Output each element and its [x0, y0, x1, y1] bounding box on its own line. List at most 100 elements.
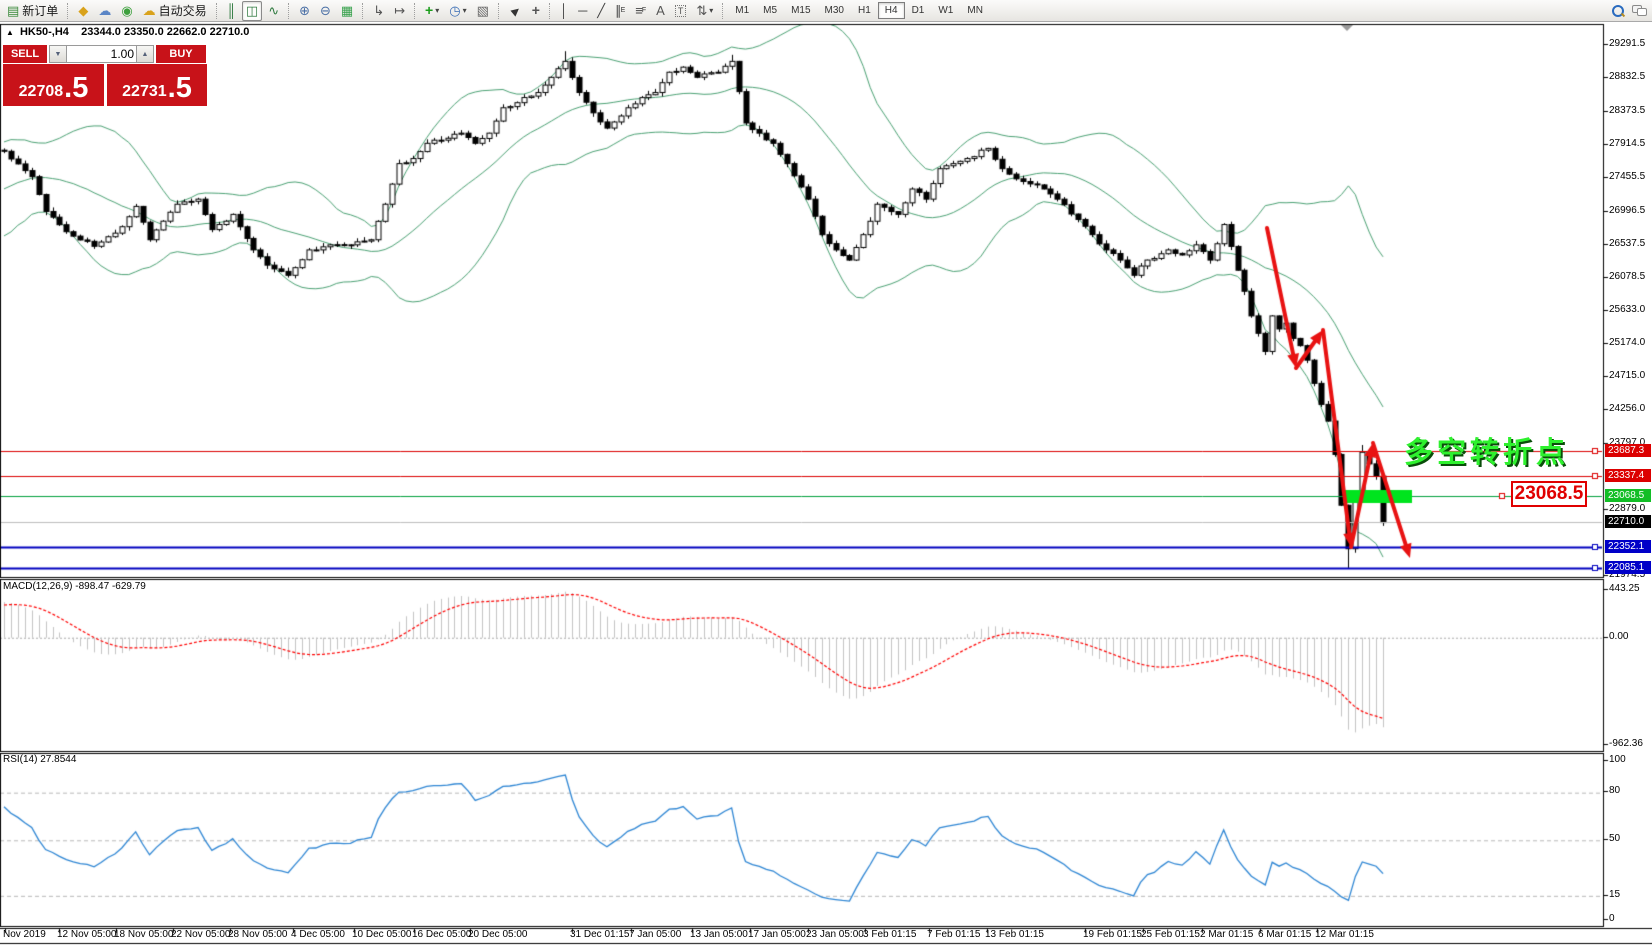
time-axis-label: 16 Dec 05:00 [412, 929, 472, 940]
chat-icon[interactable] [1632, 5, 1646, 16]
ind-plus-icon: + [425, 4, 433, 17]
timeframe-m5-button[interactable]: M5 [756, 2, 784, 19]
sell-button[interactable]: SELL [3, 45, 47, 63]
collapse-trade-panel-icon[interactable]: ▲ [6, 28, 14, 37]
crosshair-icon: + [532, 4, 540, 17]
symbol-header: ▲ HK50-,H4 23344.0 23350.0 22662.0 22710… [6, 26, 249, 38]
time-axis-label: 2 Mar 01:15 [1200, 929, 1253, 940]
vertical-line-icon[interactable]: │ [556, 1, 572, 21]
autotrade-button-label: 自动交易 [159, 2, 207, 19]
bars-icon: ║ [227, 4, 236, 17]
price-axis-label: 27455.5 [1609, 171, 1645, 182]
new-order-icon: ▤ [7, 4, 19, 17]
buy-price-main: 22731 [122, 81, 167, 103]
buy-price[interactable]: 22731 .5 [107, 64, 207, 106]
periods-button[interactable]: ◷▾ [445, 1, 470, 21]
label-icon[interactable]: T [671, 1, 691, 21]
time-axis-label: 13 Feb 01:15 [985, 929, 1044, 940]
autotrade-icon: ☁ [143, 4, 156, 17]
zoom-in-icon[interactable]: ⊕ [295, 1, 314, 21]
toolbar-separator [498, 3, 500, 19]
volume-increase-button[interactable]: ▲ [136, 45, 154, 63]
timeframe-m1-button[interactable]: M1 [728, 2, 756, 19]
indicators-button[interactable]: +▾ [421, 1, 443, 21]
autotrade-button[interactable]: ☁自动交易 [139, 1, 211, 21]
price-level-badge: 23337.4 [1605, 469, 1651, 482]
tiles-icon: ▦ [341, 4, 353, 17]
chevron-down-icon: ▾ [463, 6, 467, 15]
auto-scroll-icon[interactable]: ↳ [369, 1, 388, 21]
time-axis-label: 10 Dec 05:00 [352, 929, 412, 940]
symbol-name: HK50-,H4 [20, 26, 69, 38]
chart-shift-icon[interactable]: ↦ [390, 1, 409, 21]
time-axis-label: 25 Feb 01:15 [1141, 929, 1200, 940]
volume-input[interactable] [66, 45, 138, 63]
shapes-icon[interactable]: ⇅▾ [692, 1, 717, 21]
signal-icon[interactable]: ◉ [117, 1, 136, 21]
price-axis-label: 80 [1609, 785, 1620, 796]
toolbar-separator [414, 3, 416, 19]
text-icon[interactable]: A [652, 1, 669, 21]
template-icon: ▧ [477, 4, 489, 17]
time-axis-label: 28 Nov 05:00 [228, 929, 288, 940]
new-order-button[interactable]: ▤新订单 [3, 1, 62, 21]
line-icon: ∿ [268, 4, 279, 17]
price-axis-label: 24715.0 [1609, 370, 1645, 381]
horizontal-line-icon[interactable]: ─ [574, 1, 591, 21]
time-axis-label: 3 Feb 01:15 [863, 929, 916, 940]
line-chart-icon[interactable]: ∿ [264, 1, 283, 21]
chevron-down-icon: ▾ [435, 6, 439, 15]
templates-icon[interactable]: ▧ [473, 1, 493, 21]
fibonacci-icon[interactable]: ≡F [631, 1, 650, 21]
tile-windows-icon[interactable]: ▦ [337, 1, 357, 21]
timeframe-h1-button[interactable]: H1 [851, 2, 878, 19]
chevron-down-icon: ▾ [709, 6, 713, 15]
label-icon: T [675, 5, 687, 17]
price-axis-label: 26537.5 [1609, 238, 1645, 249]
price-level-badge: 23687.3 [1605, 444, 1651, 457]
time-axis-label: 20 Dec 05:00 [468, 929, 528, 940]
price-axis-label: 0 [1609, 913, 1615, 924]
sell-price-fraction: .5 [64, 74, 88, 103]
time-axis-label: 12 Nov 05:00 [57, 929, 117, 940]
market-watch-icon[interactable]: ☁ [94, 1, 115, 21]
candlestick-icon[interactable]: ◫ [242, 1, 262, 21]
time-axis-label: 23 Jan 05:00 [806, 929, 864, 940]
crosshair-icon[interactable]: + [528, 1, 544, 21]
clock-icon: ◷ [449, 4, 460, 17]
turning-point-annotation[interactable]: 多空转折点 [1404, 429, 1569, 471]
timeframe-mn-button[interactable]: MN [960, 2, 990, 19]
price-level-badge: 22710.0 [1605, 515, 1651, 528]
zoom-out-icon: ⊖ [320, 4, 331, 17]
cloud-user-icon: ☁ [98, 4, 111, 17]
time-axis-label: 22 Nov 05:00 [171, 929, 231, 940]
search-icon[interactable] [1612, 5, 1624, 17]
fold-icon: ◆ [78, 4, 88, 17]
buy-button[interactable]: BUY [156, 45, 206, 63]
price-axis-label: 26078.5 [1609, 271, 1645, 282]
bar-chart-icon[interactable]: ║ [223, 1, 240, 21]
cursor-icon: ► [506, 1, 524, 19]
auto-scroll-icon: ↳ [373, 4, 384, 17]
trendline-icon[interactable]: ╱ [593, 1, 609, 21]
channel-icon[interactable]: ∥E [611, 1, 629, 21]
timeframe-d1-button[interactable]: D1 [905, 2, 932, 19]
price-chart-canvas[interactable] [0, 0, 1652, 945]
zoom-out-icon[interactable]: ⊖ [316, 1, 335, 21]
text-icon: A [656, 4, 665, 17]
price-level-badge: 22352.1 [1605, 540, 1651, 553]
cursor-icon[interactable]: ► [505, 1, 526, 21]
timeframe-m30-button[interactable]: M30 [818, 2, 851, 19]
volume-decrease-button[interactable]: ▼ [49, 45, 67, 63]
price-axis-label: 50 [1609, 833, 1620, 844]
fold-charts-icon[interactable]: ◆ [74, 1, 92, 21]
price-axis-label: 29291.5 [1609, 38, 1645, 49]
timeframe-h4-button[interactable]: H4 [878, 2, 905, 19]
price-axis-label: 26996.5 [1609, 205, 1645, 216]
price-callout-box[interactable]: 23068.5 [1511, 481, 1587, 507]
timeframe-w1-button[interactable]: W1 [931, 2, 960, 19]
time-axis-label: 18 Nov 05:00 [114, 929, 174, 940]
time-axis-label: 19 Feb 01:15 [1083, 929, 1142, 940]
timeframe-m15-button[interactable]: M15 [784, 2, 817, 19]
sell-price[interactable]: 22708 .5 [3, 64, 104, 106]
